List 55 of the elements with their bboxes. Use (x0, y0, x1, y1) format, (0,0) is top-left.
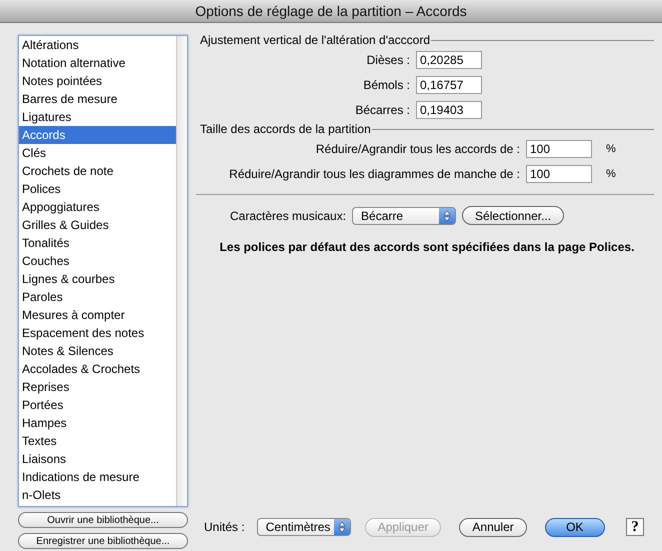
category-item[interactable]: Textes (19, 432, 176, 450)
category-item[interactable]: Lignes & courbes (19, 270, 176, 288)
input-field[interactable]: 0,20285 (416, 50, 482, 68)
input-field[interactable]: 100 (526, 164, 592, 182)
category-item[interactable]: Ligatures (19, 108, 176, 126)
character-dropdown[interactable]: Bécarre (352, 206, 456, 224)
field-label: Caractères musicaux: (230, 208, 346, 222)
dialog-button[interactable]: OK (544, 518, 605, 536)
category-item[interactable]: Appoggiatures (19, 198, 176, 216)
group-title: Ajustement vertical de l'altération d'acccord (200, 33, 430, 47)
library-button[interactable]: Enregistrer une bibliothèque... (18, 533, 188, 549)
category-item[interactable]: Accords (19, 126, 176, 144)
category-item[interactable]: Tonalités (19, 234, 176, 252)
category-item[interactable]: Reprises (19, 378, 176, 396)
category-item[interactable]: Liaisons (19, 450, 176, 468)
input-field[interactable]: 0,16757 (416, 76, 482, 94)
help-button[interactable]: ? (626, 518, 644, 536)
category-item[interactable]: Notes & Silences (19, 342, 176, 360)
field-label: Réduire/Agrandir tous les diagrammes de manche de : (228, 166, 520, 180)
unit-label: % (606, 168, 616, 180)
window-title: Options de réglage de la partition – Accords (195, 3, 467, 19)
category-item[interactable]: Hampes (19, 414, 176, 432)
category-item[interactable]: Espacement des notes (19, 324, 176, 342)
field-label: Bécarres : (354, 102, 410, 116)
category-item[interactable]: Notes pointées (19, 72, 176, 90)
unit-label: % (606, 142, 616, 154)
category-item[interactable]: Crochets de note (19, 162, 176, 180)
dialog-button[interactable]: Annuler (459, 518, 527, 536)
field-label: Réduire/Agrandir tous les accords de : (314, 142, 520, 156)
field-label: Dièses : (366, 52, 410, 66)
units-dropdown[interactable]: Centimètres (256, 518, 351, 536)
category-item[interactable]: Clés (19, 144, 176, 162)
category-item[interactable]: Accolades & Crochets (19, 360, 176, 378)
category-item[interactable]: Altérations (19, 36, 176, 54)
category-item[interactable]: Paroles (19, 288, 176, 306)
select-button[interactable]: Sélectionner... (462, 206, 564, 225)
units-label: Unités : (204, 520, 245, 534)
input-field[interactable]: 100 (526, 140, 592, 158)
category-item[interactable]: Couches (19, 252, 176, 270)
category-item[interactable]: Indications de mesure (19, 468, 176, 486)
category-item[interactable]: n-Olets (19, 486, 176, 504)
stepper-arrows-icon (334, 519, 350, 535)
category-item[interactable]: Barres de mesure (19, 90, 176, 108)
stepper-arrows-icon (439, 208, 456, 224)
category-item[interactable]: Mesures à compter (19, 306, 176, 324)
category-item[interactable]: Polices (19, 180, 176, 198)
category-item[interactable]: Notation alternative (19, 54, 176, 72)
scrollbar[interactable] (176, 36, 187, 506)
group-title: Taille des accords de la partition (200, 122, 371, 136)
input-field[interactable]: 0,19403 (416, 100, 482, 118)
library-button[interactable]: Ouvrir une bibliothèque... (18, 512, 188, 528)
category-item[interactable]: Grilles & Guides (19, 216, 176, 234)
category-item[interactable]: Portées (19, 396, 176, 414)
field-label: Bémols : (362, 78, 410, 92)
info-text: Les polices par défaut des accords sont spécifiées dans la page Polices. (218, 240, 636, 254)
